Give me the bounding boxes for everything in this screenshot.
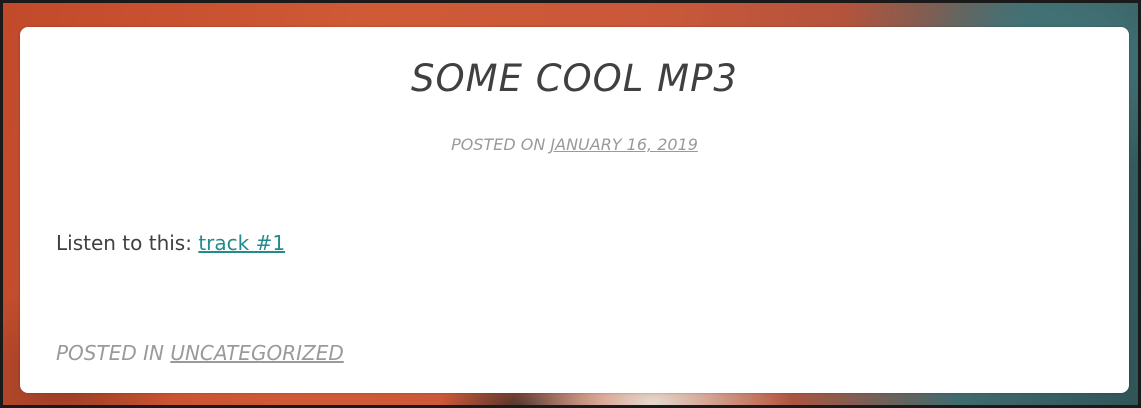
posted-in-label: POSTED IN <box>56 341 164 365</box>
page-background: SOME COOL MP3 POSTED ON JANUARY 16, 2019… <box>0 0 1141 408</box>
post-card: SOME COOL MP3 POSTED ON JANUARY 16, 2019… <box>20 27 1129 393</box>
post-footer: POSTED IN UNCATEGORIZED <box>56 341 344 365</box>
post-title: SOME COOL MP3 <box>411 57 738 100</box>
post-content: Listen to this: track #1 <box>56 231 285 255</box>
track-link[interactable]: track #1 <box>198 231 285 255</box>
category-link[interactable]: UNCATEGORIZED <box>170 341 343 365</box>
post-date-link[interactable]: JANUARY 16, 2019 <box>550 135 698 154</box>
content-text: Listen to this: <box>56 231 192 255</box>
posted-on-label: POSTED ON <box>451 135 546 154</box>
post-meta: POSTED ON JANUARY 16, 2019 <box>20 135 1129 154</box>
